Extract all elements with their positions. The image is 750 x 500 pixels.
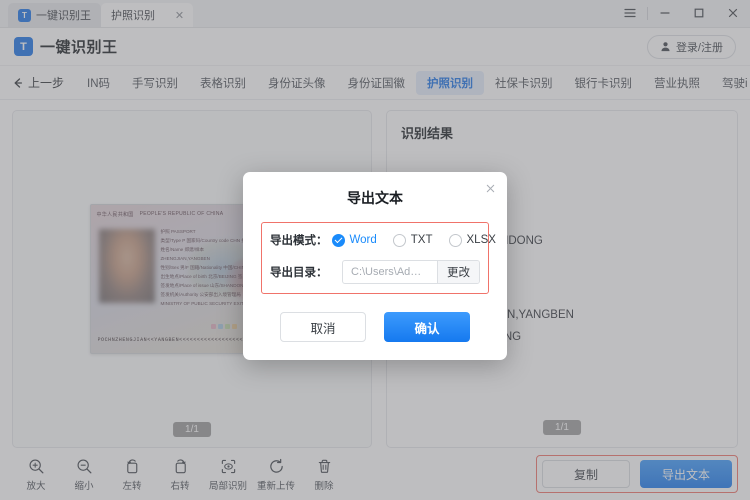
radio-label: XLSX xyxy=(466,234,496,246)
export-mode-options: Word TXT XLSX xyxy=(331,233,496,247)
radio-label: TXT xyxy=(410,234,433,246)
export-mode-row: 导出模式： Word TXT XLSX xyxy=(270,232,496,248)
export-text-dialog: 导出文本 导出模式： Word TXT XLSX 导出目录： C:\Users\… xyxy=(243,172,507,360)
radio-checked-icon xyxy=(331,233,345,247)
export-dir-row: 导出目录： C:\Users\Administ... 更改 xyxy=(270,260,480,284)
radio-unchecked-icon xyxy=(392,233,406,247)
close-icon[interactable] xyxy=(482,180,498,196)
change-dir-button[interactable]: 更改 xyxy=(437,261,479,283)
export-dir-label: 导出目录： xyxy=(270,267,328,279)
cancel-button[interactable]: 取消 xyxy=(280,312,366,342)
export-dir-field[interactable]: C:\Users\Administ... 更改 xyxy=(342,260,480,284)
application-window: T 一键识别王 护照识别 ✕ T 一键识别王 登录/注册 上一步 IN码 手写识… xyxy=(0,0,750,500)
dialog-title: 导出文本 xyxy=(347,190,403,206)
radio-txt[interactable]: TXT xyxy=(392,233,433,247)
dialog-actions: 取消 确认 xyxy=(261,312,489,342)
confirm-button[interactable]: 确认 xyxy=(384,312,470,342)
radio-unchecked-icon xyxy=(448,233,462,247)
export-mode-label: 导出模式： xyxy=(270,235,328,247)
radio-word[interactable]: Word xyxy=(331,233,377,247)
radio-label: Word xyxy=(349,234,377,246)
export-dir-input[interactable]: C:\Users\Administ... xyxy=(343,266,437,278)
dialog-fields: 导出模式： Word TXT XLSX 导出目录： C:\Users\Admin… xyxy=(261,222,496,294)
radio-xlsx[interactable]: XLSX xyxy=(448,233,496,247)
